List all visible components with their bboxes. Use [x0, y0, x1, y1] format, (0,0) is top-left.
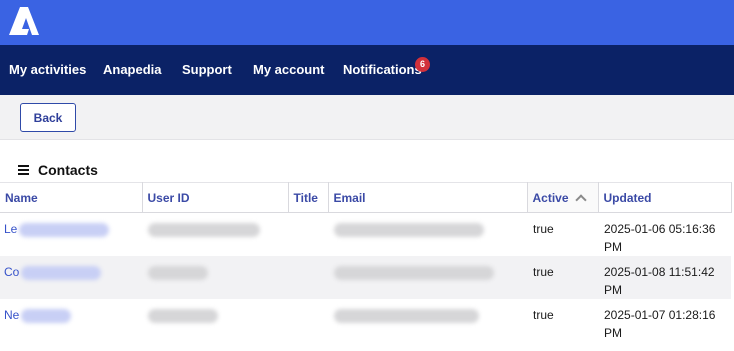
table-row[interactable]: Ne true 2025-01-07 01:28:16 PM [0, 299, 731, 342]
redacted-name [21, 265, 102, 280]
column-header-active-label: Active [532, 190, 569, 205]
redacted-email [334, 265, 494, 280]
sort-ascending-icon[interactable] [574, 193, 587, 206]
cell-title [288, 213, 328, 257]
redacted-name [19, 222, 110, 237]
section-title: Contacts [38, 162, 98, 178]
column-header-active[interactable]: Active [527, 182, 599, 213]
redacted-user-id [148, 265, 208, 280]
cell-email [328, 299, 527, 342]
cell-updated: 2025-01-06 05:16:36 PM [604, 222, 716, 254]
nav-anapedia[interactable]: Anapedia [103, 62, 162, 77]
column-header-title[interactable]: Title [288, 182, 329, 213]
cell-title [288, 299, 328, 342]
cell-name[interactable]: Ne [0, 299, 142, 342]
column-header-email[interactable]: Email [328, 182, 528, 213]
table-row[interactable]: Le true 2025-01-06 05:16:36 PM [0, 213, 731, 257]
cell-active: true [527, 256, 598, 299]
cell-updated: 2025-01-07 01:28:16 PM [604, 308, 716, 340]
cell-updated: 2025-01-08 11:51:42 PM [598, 256, 731, 299]
redacted-email [334, 308, 479, 323]
table-row[interactable]: Co true 2025-01-08 11:51:42 PM [0, 256, 731, 299]
name-link[interactable]: Le [4, 222, 17, 236]
contacts-section-header: Contacts [18, 161, 98, 179]
anaplan-logo-icon[interactable] [9, 7, 41, 35]
hamburger-menu-icon[interactable] [18, 165, 29, 175]
redacted-email [334, 222, 484, 237]
cell-user-id [142, 256, 288, 299]
name-link[interactable]: Ne [4, 308, 19, 322]
back-button[interactable]: Back [20, 103, 76, 132]
column-header-user-id[interactable]: User ID [142, 182, 289, 213]
main-nav: My activities Anapedia Support My accoun… [0, 45, 734, 95]
redacted-user-id [148, 308, 218, 323]
cell-name[interactable]: Co [0, 256, 142, 299]
nav-my-account[interactable]: My account [253, 62, 325, 77]
cell-email [328, 256, 527, 299]
top-brand-bar [0, 0, 734, 45]
redacted-user-id [148, 222, 260, 237]
notifications-badge: 6 [415, 57, 430, 72]
cell-user-id [142, 213, 288, 257]
contacts-table: Name User ID Title Email Active Updated … [0, 182, 732, 342]
cell-title [288, 256, 328, 299]
name-link[interactable]: Co [4, 265, 19, 279]
cell-user-id [142, 299, 288, 342]
cell-email [328, 213, 527, 257]
cell-name[interactable]: Le [0, 213, 142, 257]
cell-active: true [533, 222, 554, 236]
nav-support[interactable]: Support [182, 62, 232, 77]
nav-notifications[interactable]: Notifications [343, 62, 422, 77]
redacted-name [21, 308, 72, 323]
cell-active: true [533, 308, 554, 322]
column-header-updated[interactable]: Updated [598, 182, 732, 213]
column-header-name[interactable]: Name [0, 182, 143, 213]
nav-my-activities[interactable]: My activities [9, 62, 86, 77]
toolbar: Back [0, 95, 734, 140]
